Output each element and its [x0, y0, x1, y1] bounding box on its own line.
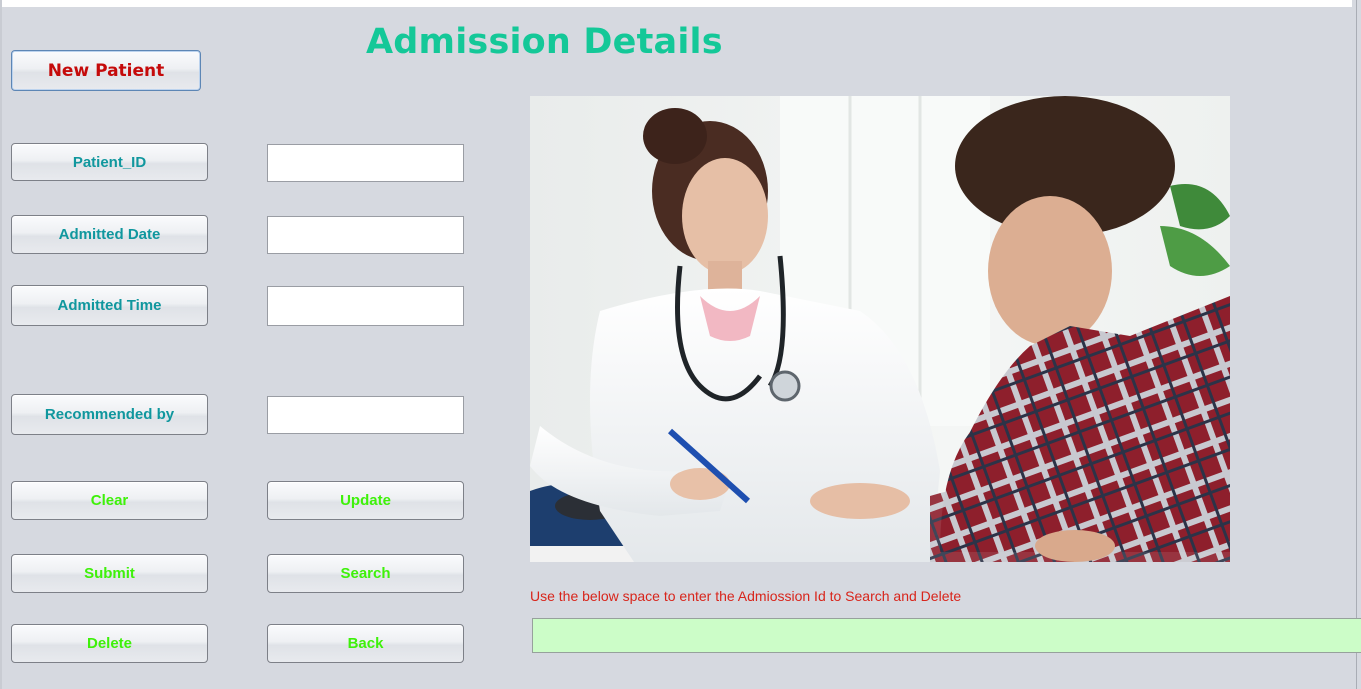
- update-button[interactable]: Update: [267, 481, 464, 520]
- new-patient-button[interactable]: New Patient: [11, 50, 201, 91]
- submit-button[interactable]: Submit: [11, 554, 208, 593]
- recommended-by-input[interactable]: [267, 396, 464, 434]
- delete-button[interactable]: Delete: [11, 624, 208, 663]
- patient-id-label-button[interactable]: Patient_ID: [11, 143, 208, 181]
- admitted-time-label-button[interactable]: Admitted Time: [11, 285, 208, 326]
- back-button[interactable]: Back: [267, 624, 464, 663]
- admitted-date-input[interactable]: [267, 216, 464, 254]
- clear-button[interactable]: Clear: [11, 481, 208, 520]
- admitted-date-label-button[interactable]: Admitted Date: [11, 215, 208, 254]
- admitted-time-input[interactable]: [267, 286, 464, 326]
- doctor-consulting-patient-photo: [530, 96, 1230, 562]
- window-top-strip: [0, 0, 1352, 7]
- page-title: Admission Details: [366, 22, 723, 62]
- admission-id-search-input[interactable]: [532, 618, 1361, 653]
- window-right-border: [1356, 0, 1357, 689]
- patient-id-input[interactable]: [267, 144, 464, 182]
- search-button[interactable]: Search: [267, 554, 464, 593]
- recommended-by-label-button[interactable]: Recommended by: [11, 394, 208, 435]
- window-left-border: [0, 0, 2, 689]
- search-instruction-text: Use the below space to enter the Admioss…: [530, 588, 962, 604]
